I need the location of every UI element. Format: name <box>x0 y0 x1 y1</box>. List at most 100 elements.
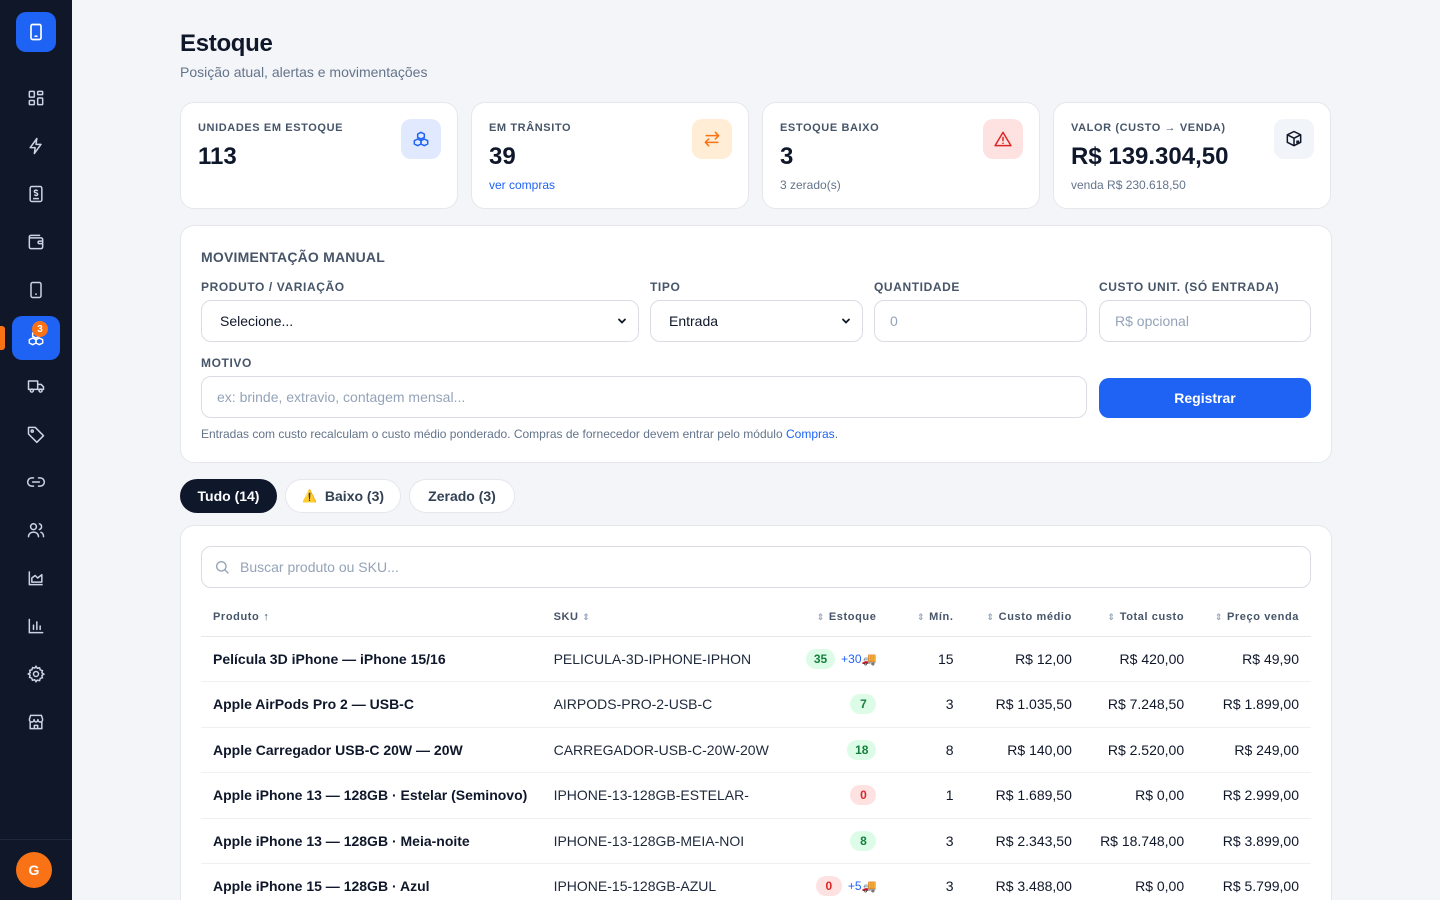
sidebar-item-wallet[interactable] <box>12 220 60 264</box>
col-sku-label: SKU <box>553 610 579 623</box>
sidebar-item-reports[interactable] <box>12 604 60 648</box>
page-title: Estoque <box>180 30 273 57</box>
view-purchases-link[interactable]: ver compras <box>489 178 555 192</box>
filter-zero[interactable]: Zerado (3) <box>409 479 515 513</box>
stock-badge: 0 <box>815 876 842 897</box>
type-label: TIPO <box>650 280 681 294</box>
sidebar-divider <box>0 839 72 840</box>
sidebar-item-quick[interactable] <box>12 124 60 168</box>
in-transit-label: +30🚚 <box>841 651 877 666</box>
table-header-row: Produto ↑ SKU ⇕ ⇕ Estoque ⇕ Mín. ⇕ Custo méd… <box>201 598 1311 637</box>
cell-stock: 0 +5🚚 <box>780 863 889 900</box>
cell-total-cost: R$ 0,00 <box>1083 863 1197 900</box>
users-icon <box>27 523 45 538</box>
sidebar-item-products[interactable] <box>12 268 60 312</box>
stock-badge: 0 <box>850 785 877 806</box>
cell-avg-cost: R$ 12,00 <box>965 636 1084 682</box>
tag-icon <box>27 426 45 444</box>
type-select-value: Entrada <box>669 313 719 329</box>
unit-cost-input[interactable]: R$ opcional <box>1099 300 1311 342</box>
stat-label: EM TRÂNSITO <box>489 122 572 134</box>
col-total-cost[interactable]: ⇕ Total custo <box>1083 598 1197 637</box>
table-row[interactable]: Apple iPhone 13 — 128GB · Estelar (Semin… <box>201 772 1311 819</box>
cell-stock: 7 <box>780 681 889 728</box>
col-price[interactable]: ⇕ Preço venda <box>1196 598 1311 637</box>
cell-total-cost: R$ 0,00 <box>1083 772 1197 819</box>
table-row[interactable]: Película 3D iPhone — iPhone 15/16 PELICU… <box>201 636 1311 682</box>
stock-table: Produto ↑ SKU ⇕ ⇕ Estoque ⇕ Mín. ⇕ Custo méd… <box>201 598 1311 900</box>
sidebar-item-reports-area[interactable] <box>12 556 60 600</box>
stat-value: R$ 139.304,50 <box>1071 143 1229 170</box>
sidebar-item-store[interactable] <box>12 700 60 744</box>
avatar[interactable]: G <box>16 852 52 888</box>
stat-value: 39 <box>489 143 516 170</box>
sort-icon: ⇕ <box>816 611 825 622</box>
app-logo-phone-icon[interactable] <box>16 12 56 52</box>
cell-avg-cost: R$ 140,00 <box>965 727 1084 773</box>
cell-avg-cost: R$ 3.488,00 <box>965 863 1084 900</box>
store-icon <box>28 714 44 730</box>
table-row[interactable]: Apple iPhone 15 — 128GB · Azul IPHONE-15… <box>201 863 1311 900</box>
col-sku[interactable]: SKU ⇕ <box>541 598 781 637</box>
link-icon <box>26 477 46 487</box>
filter-low[interactable]: ⚠️ Baixo (3) <box>285 479 401 513</box>
type-select[interactable]: Entrada <box>650 300 863 342</box>
col-product[interactable]: Produto ↑ <box>201 598 542 637</box>
warning-icon <box>983 119 1023 159</box>
sidebar-item-dashboard[interactable] <box>12 76 60 120</box>
active-indicator <box>0 326 5 350</box>
reason-input[interactable]: ex: brinde, extravio, contagem mensal... <box>201 376 1087 418</box>
stat-card-transit: EM TRÂNSITO 39 ver compras <box>471 102 749 209</box>
cell-sku: PELICULA-3D-IPHONE-IPHON <box>541 636 781 682</box>
stock-badge: 35 <box>805 648 836 669</box>
sort-icon: ⇕ <box>916 611 926 622</box>
reason-label: MOTIVO <box>201 356 252 370</box>
table-row[interactable]: Apple Carregador USB-C 20W — 20W CARREGA… <box>201 727 1311 773</box>
col-avg-cost[interactable]: ⇕ Custo médio <box>965 598 1084 637</box>
cell-stock: 8 <box>780 818 889 864</box>
table-row[interactable]: Apple AirPods Pro 2 — USB-C AIRPODS-PRO-… <box>201 681 1311 728</box>
page-subtitle: Posição atual, alertas e movimentações <box>180 64 428 80</box>
sidebar-item-links[interactable] <box>12 460 60 504</box>
col-avg-cost-label: Custo médio <box>998 610 1072 623</box>
sidebar-item-settings[interactable] <box>12 652 60 696</box>
stat-value: 3 <box>780 143 794 170</box>
bar-chart-icon <box>28 618 44 634</box>
cell-product: Apple Carregador USB-C 20W — 20W <box>201 727 542 773</box>
register-button[interactable]: Registrar <box>1099 378 1311 418</box>
cell-total-cost: R$ 2.520,00 <box>1083 727 1197 773</box>
boxes-icon <box>401 119 441 159</box>
filter-all[interactable]: Tudo (14) <box>180 479 277 513</box>
wallet-icon <box>28 234 44 250</box>
cell-product: Apple AirPods Pro 2 — USB-C <box>201 681 542 728</box>
cell-product: Apple iPhone 13 — 128GB · Meia-noite <box>201 818 542 864</box>
cell-avg-cost: R$ 2.343,50 <box>965 818 1084 864</box>
sidebar-item-stock[interactable]: 3 <box>12 316 60 360</box>
table-row[interactable]: Apple iPhone 13 — 128GB · Meia-noite IPH… <box>201 818 1311 864</box>
stat-label: ESTOQUE BAIXO <box>780 122 880 134</box>
chevron-down-icon <box>618 318 626 324</box>
purchases-module-link[interactable]: Compras <box>786 427 835 441</box>
sidebar-item-sales[interactable] <box>12 172 60 216</box>
col-stock[interactable]: ⇕ Estoque <box>780 598 889 637</box>
sidebar-item-customers[interactable] <box>12 508 60 552</box>
grid-icon <box>28 90 44 106</box>
cell-sku: CARREGADOR-USB-C-20W-20W <box>541 727 781 773</box>
cell-sku: AIRPODS-PRO-2-USB-C <box>541 681 781 728</box>
cell-price: R$ 2.999,00 <box>1196 772 1311 819</box>
search-input[interactable]: Buscar produto ou SKU... <box>201 546 1311 588</box>
cell-sku: IPHONE-13-128GB-ESTELAR- <box>541 772 781 819</box>
chevron-down-icon <box>842 318 850 324</box>
sidebar-item-tags[interactable] <box>12 412 60 456</box>
col-stock-label: Estoque <box>828 610 877 623</box>
col-total-cost-label: Total custo <box>1119 610 1185 623</box>
product-select[interactable]: Selecione... <box>201 300 639 342</box>
quantity-input[interactable]: 0 <box>874 300 1087 342</box>
sidebar-item-purchases[interactable] <box>12 364 60 408</box>
cell-product: Apple iPhone 15 — 128GB · Azul <box>201 863 542 900</box>
stock-badge: 8 <box>850 830 877 851</box>
col-min[interactable]: ⇕ Mín. <box>888 598 966 637</box>
arrows-swap-icon <box>692 119 732 159</box>
cell-price: R$ 1.899,00 <box>1196 681 1311 728</box>
cell-price: R$ 5.799,00 <box>1196 863 1311 900</box>
